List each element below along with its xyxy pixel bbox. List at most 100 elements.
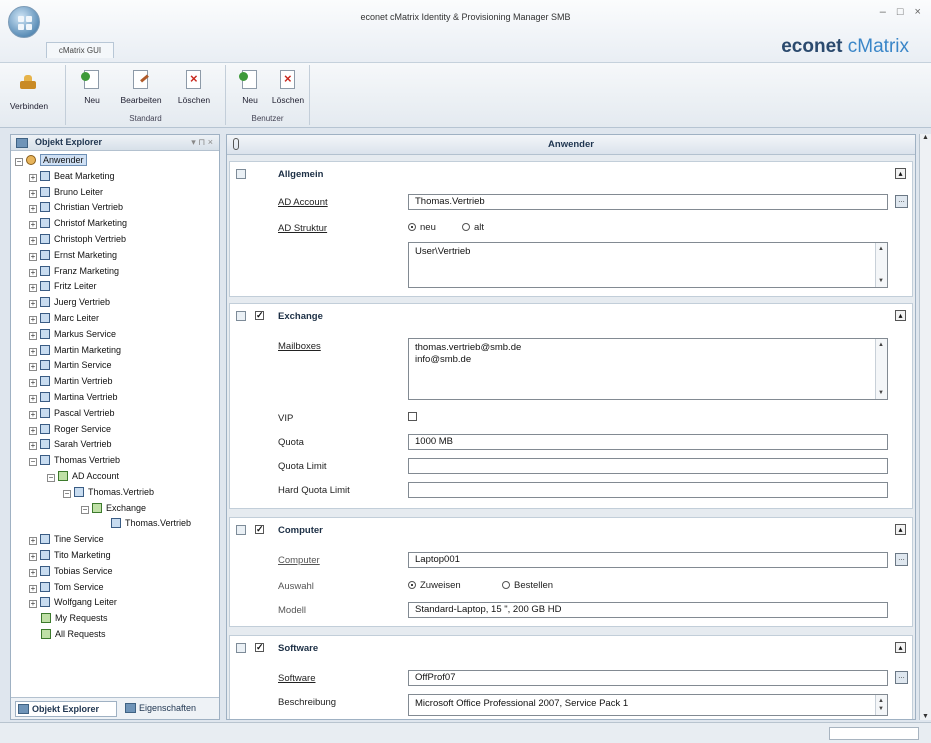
vip-checkbox[interactable] xyxy=(408,412,417,421)
tree-user-item[interactable]: + Markus Service xyxy=(29,327,116,342)
tree-mailbox-item[interactable]: Thomas.Vertrieb xyxy=(99,516,191,531)
expand-icon[interactable]: + xyxy=(29,268,37,277)
tree-request-item[interactable]: All Requests xyxy=(29,627,106,642)
tree-user-item[interactable]: + Tine Service xyxy=(29,532,104,547)
tree-exchange[interactable]: − Exchange xyxy=(81,501,146,516)
expand-icon[interactable]: + xyxy=(29,600,37,609)
user-delete-button[interactable]: × Löschen xyxy=(268,69,308,105)
section-computer-collapse-button[interactable]: ▴ xyxy=(895,524,906,535)
tree-request-item[interactable]: My Requests xyxy=(29,611,108,626)
tab-eigenschaften[interactable]: Eigenschaften xyxy=(123,701,215,717)
tab-objekt-explorer[interactable]: Objekt Explorer xyxy=(15,701,117,717)
radio-assign[interactable]: Zuweisen xyxy=(408,580,461,591)
radio-new[interactable]: neu xyxy=(408,222,436,233)
expand-icon[interactable]: + xyxy=(29,426,37,435)
tree-user-item[interactable]: + Bruno Leiter xyxy=(29,185,103,200)
tree-user-item[interactable]: + Pascal Vertrieb xyxy=(29,406,115,421)
tree-user-item[interactable]: + Tobias Service xyxy=(29,564,113,579)
expand-icon[interactable]: + xyxy=(29,379,37,388)
ad-account-browse-button[interactable]: … xyxy=(895,195,908,208)
model-input[interactable]: Standard-Laptop, 15 ", 200 GB HD xyxy=(408,602,888,618)
app-menu-orb-icon[interactable] xyxy=(8,6,40,38)
tree-user-item[interactable]: + Christoph Vertrieb xyxy=(29,232,126,247)
tab-cmatrix-gui[interactable]: cMatrix GUI xyxy=(46,42,114,58)
section-exchange-collapse-button[interactable]: ▴ xyxy=(895,310,906,321)
pin-icon[interactable] xyxy=(233,138,239,150)
tree-user-item[interactable]: + Christian Vertrieb xyxy=(29,200,123,215)
expand-icon[interactable]: + xyxy=(29,537,37,546)
ad-account-input[interactable]: Thomas.Vertrieb xyxy=(408,194,888,210)
description-scrollbar[interactable] xyxy=(875,695,887,715)
tree-user-item[interactable]: + Tito Marketing xyxy=(29,548,111,563)
tree-user-item[interactable]: + Marc Leiter xyxy=(29,311,99,326)
collapse-icon[interactable]: − xyxy=(81,505,89,514)
mailboxes-scrollbar[interactable] xyxy=(875,339,887,399)
tree-user-item[interactable]: + Franz Marketing xyxy=(29,264,119,279)
expand-icon[interactable]: + xyxy=(29,221,37,230)
tree-user-item[interactable]: + Tom Service xyxy=(29,580,104,595)
expand-icon[interactable]: + xyxy=(29,252,37,261)
standard-new-button[interactable]: Neu xyxy=(72,69,112,105)
tree-user-item[interactable]: + Martina Vertrieb xyxy=(29,390,118,405)
collapse-icon[interactable]: − xyxy=(63,489,71,498)
section-computer-checkbox[interactable]: ✓ xyxy=(255,525,264,534)
user-new-button[interactable]: Neu xyxy=(230,69,270,105)
tree-account-item[interactable]: − Thomas.Vertrieb xyxy=(63,485,154,500)
hard-quota-input[interactable] xyxy=(408,482,888,498)
tree-user-item[interactable]: + Christof Marketing xyxy=(29,216,127,231)
standard-delete-button[interactable]: × Löschen xyxy=(172,69,216,105)
mailboxes-textarea[interactable]: thomas.vertrieb@smb.de info@smb.de xyxy=(408,338,888,400)
tree-root-anwender[interactable]: − Anwender xyxy=(15,153,87,168)
expand-icon[interactable]: + xyxy=(29,395,37,403)
expand-icon[interactable]: + xyxy=(29,584,37,593)
radio-old[interactable]: alt xyxy=(462,222,484,233)
connect-button[interactable]: Verbinden xyxy=(6,75,52,111)
expand-icon[interactable]: + xyxy=(29,316,37,324)
expand-icon[interactable]: + xyxy=(29,331,37,340)
tree-user-item[interactable]: + Ernst Marketing xyxy=(29,248,117,263)
software-input[interactable]: OffProf07 xyxy=(408,670,888,686)
collapse-icon[interactable]: − xyxy=(29,458,37,467)
tree-user-item[interactable]: + Martin Marketing xyxy=(29,343,121,358)
expand-icon[interactable]: + xyxy=(29,237,37,245)
description-textarea[interactable]: Microsoft Office Professional 2007, Serv… xyxy=(408,694,888,716)
ad-structure-path-textarea[interactable]: User\Vertrieb xyxy=(408,242,888,288)
tree-user-item[interactable]: + Martin Vertrieb xyxy=(29,374,113,389)
section-general-collapse-button[interactable]: ▴ xyxy=(895,168,906,179)
section-software-collapse-button[interactable]: ▴ xyxy=(895,642,906,653)
main-vertical-scrollbar[interactable] xyxy=(919,134,931,720)
tree-user-item[interactable]: + Fritz Leiter xyxy=(29,279,97,294)
radio-order[interactable]: Bestellen xyxy=(502,580,553,591)
computer-browse-button[interactable]: … xyxy=(895,553,908,566)
computer-input[interactable]: Laptop001 xyxy=(408,552,888,568)
quota-limit-input[interactable] xyxy=(408,458,888,474)
expand-icon[interactable]: + xyxy=(29,300,37,309)
window-controls[interactable]: – □ × xyxy=(880,6,925,18)
software-browse-button[interactable]: … xyxy=(895,671,908,684)
expand-icon[interactable]: + xyxy=(29,189,37,198)
expand-icon[interactable]: + xyxy=(29,410,37,419)
expand-icon[interactable]: + xyxy=(29,173,37,182)
expand-icon[interactable]: + xyxy=(29,442,37,451)
ad-structure-scrollbar[interactable] xyxy=(875,243,887,287)
expand-icon[interactable]: + xyxy=(29,568,37,577)
tree-user-item[interactable]: + Roger Service xyxy=(29,422,111,437)
tree-user-item[interactable]: + Wolfgang Leiter xyxy=(29,595,117,610)
section-exchange-checkbox[interactable]: ✓ xyxy=(255,311,264,320)
tree-user-item[interactable]: − Thomas Vertrieb xyxy=(29,453,120,468)
section-software-checkbox[interactable]: ✓ xyxy=(255,643,264,652)
expand-icon[interactable]: + xyxy=(29,363,37,372)
tree-ad-account[interactable]: − AD Account xyxy=(47,469,119,484)
expand-icon[interactable]: + xyxy=(29,347,37,356)
expand-icon[interactable]: + xyxy=(29,205,37,214)
tree-user-item[interactable]: + Beat Marketing xyxy=(29,169,115,184)
quota-input[interactable]: 1000 MB xyxy=(408,434,888,450)
expand-icon[interactable]: + xyxy=(29,284,37,293)
tree-user-item[interactable]: + Sarah Vertrieb xyxy=(29,437,112,452)
panel-pin-controls[interactable]: ▾ ⊓ × xyxy=(191,135,213,150)
collapse-icon[interactable]: − xyxy=(47,474,55,482)
tree-user-item[interactable]: + Martin Service xyxy=(29,358,112,373)
tree-user-item[interactable]: + Juerg Vertrieb xyxy=(29,295,110,310)
standard-edit-button[interactable]: Bearbeiten xyxy=(116,69,166,105)
collapse-icon[interactable]: − xyxy=(15,158,23,166)
